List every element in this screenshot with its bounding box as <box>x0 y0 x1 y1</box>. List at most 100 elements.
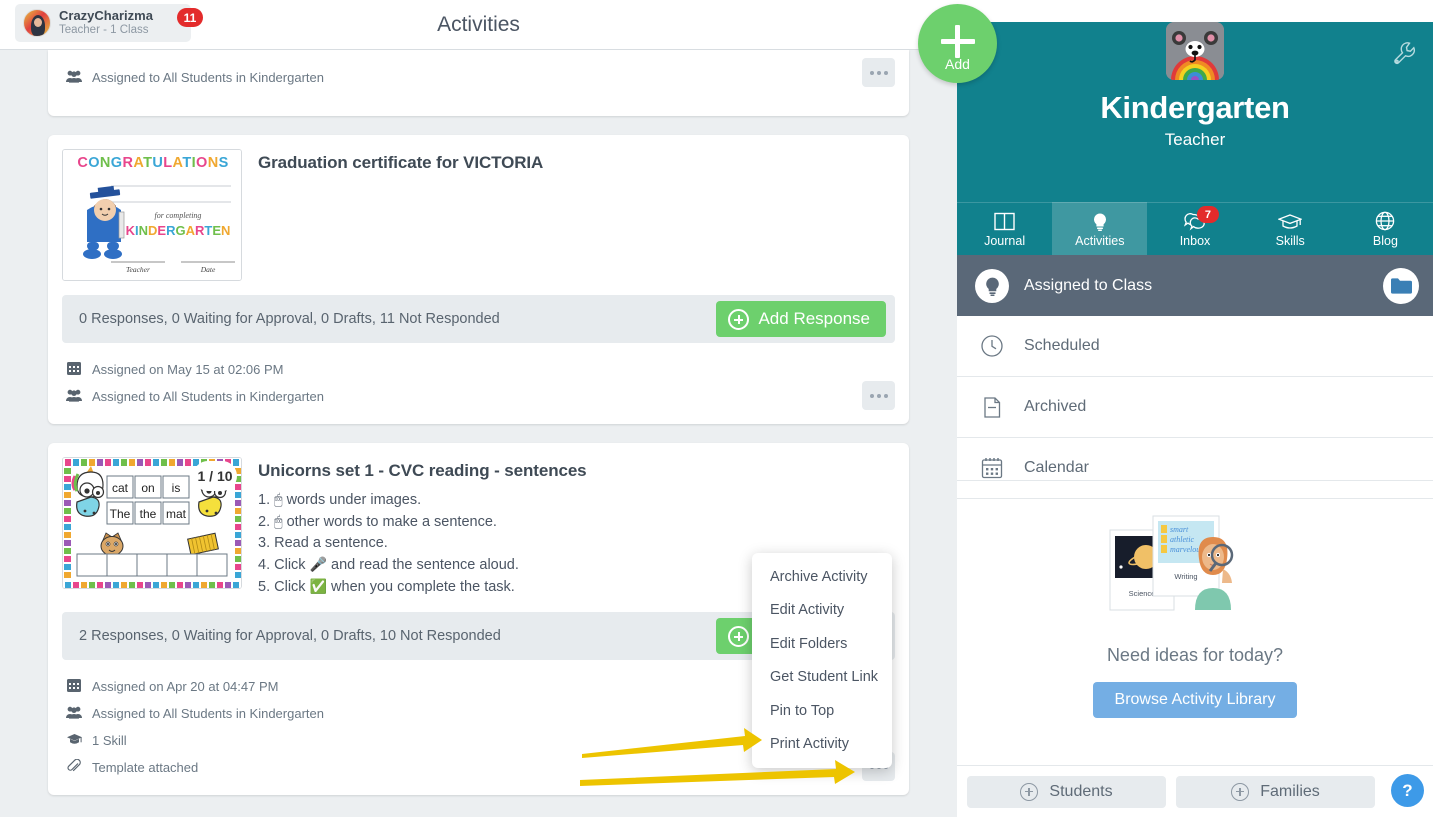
description-line: 2. 🖱 other words to make a sentence. <box>258 513 497 530</box>
sidebar-item-label: Archived <box>1024 398 1087 415</box>
svg-text:athletic: athletic <box>1170 535 1194 544</box>
svg-text:smart: smart <box>1170 525 1189 534</box>
sidebar-footer: Students Families <box>957 765 1433 817</box>
menu-item-pin-to-top[interactable]: Pin to Top <box>752 694 892 728</box>
meta-text: Assigned on May 15 at 02:06 PM <box>92 362 284 377</box>
tab-label: Inbox <box>1179 233 1211 248</box>
calendar-icon <box>66 678 82 695</box>
activity-card-main: Graduation certificate for VICTORIA <box>258 149 895 281</box>
svg-text:on: on <box>141 481 154 495</box>
help-button[interactable]: ? <box>1391 774 1424 807</box>
plus-icon <box>1231 782 1250 801</box>
svg-text:mat: mat <box>166 507 187 521</box>
tab-label: Skills <box>1275 233 1305 248</box>
tab-label: Activities <box>1075 233 1125 248</box>
svg-text:Teacher: Teacher <box>126 265 150 274</box>
menu-item-edit-activity[interactable]: Edit Activity <box>752 594 892 628</box>
svg-text:marvelous: marvelous <box>1170 545 1203 554</box>
sidebar-item-assigned-to-class[interactable]: Assigned to Class <box>957 255 1433 316</box>
svg-text:The: The <box>110 507 131 521</box>
add-fab-wrapper: Add <box>918 4 997 83</box>
menu-item-archive-activity[interactable]: Archive Activity <box>752 560 892 594</box>
clock-icon <box>975 329 1009 363</box>
response-summary: 2 Responses, 0 Waiting for Approval, 0 D… <box>79 628 501 644</box>
sidebar-tabs: Journal Activities 7 Inbox Skills Blog <box>957 202 1433 255</box>
sidebar-item-label: Calendar <box>1024 459 1089 476</box>
tab-blog[interactable]: Blog <box>1337 202 1433 255</box>
profile-chip-text: CrazyCharizma Teacher - 1 Class <box>59 8 153 37</box>
meta-list: Assigned on May 15 at 02:06 PM Assigned … <box>48 343 909 424</box>
calendar-icon <box>66 361 82 378</box>
svg-text:Date: Date <box>200 265 216 274</box>
activity-title[interactable]: Unicorns set 1 - CVC reading - sentences <box>258 461 895 481</box>
sidebar-item-label: Scheduled <box>1024 337 1100 354</box>
graduation-certificate-thumbnail[interactable]: CONGRATULATIONS for completing KINDERGAR… <box>62 149 242 281</box>
menu-item-get-student-link[interactable]: Get Student Link <box>752 661 892 695</box>
tab-journal[interactable]: Journal <box>957 202 1053 255</box>
activity-card-partial: Assigned to All Students in Kindergarten <box>48 50 909 116</box>
add-students-button[interactable]: Students <box>967 775 1166 808</box>
sidebar-header: Kindergarten Teacher <box>957 22 1433 202</box>
sidebar-item-archived[interactable]: Archived <box>957 377 1433 438</box>
settings-wrench-icon[interactable] <box>1391 40 1417 66</box>
meta-row: Assigned on May 15 at 02:06 PM <box>66 356 895 383</box>
tab-skills[interactable]: Skills <box>1242 202 1338 255</box>
class-name: Kindergarten <box>1100 90 1290 125</box>
svg-text:KINDERGARTEN: KINDERGARTEN <box>126 223 231 238</box>
add-families-label: Families <box>1260 782 1320 800</box>
writing-label: Writing <box>1174 572 1197 581</box>
svg-text:CONGRATULATIONS: CONGRATULATIONS <box>77 155 228 171</box>
plus-icon <box>728 625 750 647</box>
tab-activities[interactable]: Activities <box>1052 202 1148 255</box>
ideas-illustration: Science smart athletic marvelous Writing <box>1090 507 1300 627</box>
meta-row: Assigned to All Students in Kindergarten <box>66 383 895 410</box>
add-button-label: Add <box>945 56 970 72</box>
plus-icon <box>1020 782 1039 801</box>
activity-card: CONGRATULATIONS for completing KINDERGAR… <box>48 135 909 424</box>
group-icon <box>66 706 82 722</box>
drag-icon: 🖱 <box>274 491 283 507</box>
sidebar-item-scheduled[interactable]: Scheduled <box>957 316 1433 377</box>
tab-inbox[interactable]: 7 Inbox <box>1147 202 1243 255</box>
plus-icon <box>728 308 750 330</box>
microphone-icon: 🎤 <box>309 556 328 572</box>
folder-icon[interactable] <box>1383 267 1419 304</box>
tab-label: Journal <box>984 233 1026 248</box>
sidebar-item-label: Assigned to Class <box>1024 276 1153 294</box>
meta-text: Assigned to All Students in Kindergarten <box>92 70 324 85</box>
class-avatar <box>1166 22 1224 80</box>
avatar <box>23 9 51 37</box>
meta-text: Template attached <box>92 760 199 775</box>
add-response-label: Add Response <box>758 309 870 328</box>
skill-icon <box>66 733 82 749</box>
activity-options-button[interactable] <box>862 381 895 410</box>
book-icon <box>994 211 1015 231</box>
unicorns-cvc-thumbnail[interactable]: cat on is The the mat 1 / 10 <box>62 457 242 589</box>
svg-text:the: the <box>140 507 157 521</box>
activity-title[interactable]: Graduation certificate for VICTORIA <box>258 153 895 173</box>
meta-text: Assigned to All Students in Kindergarten <box>92 706 324 721</box>
profile-chip[interactable]: CrazyCharizma Teacher - 1 Class 11 <box>15 4 203 42</box>
menu-item-edit-folders[interactable]: Edit Folders <box>752 627 892 661</box>
paperclip-icon <box>66 758 82 776</box>
add-families-button[interactable]: Families <box>1176 775 1375 808</box>
meta-list: Assigned to All Students in Kindergarten <box>48 50 909 105</box>
drag-icon: 🖱 <box>274 513 283 529</box>
check-mark-icon: ✅ <box>309 578 328 594</box>
tab-label: Blog <box>1372 233 1398 248</box>
group-icon <box>66 70 82 86</box>
add-button[interactable]: Add <box>918 4 997 83</box>
menu-item-print-activity[interactable]: Print Activity <box>752 728 892 762</box>
science-label: Science <box>1129 589 1156 598</box>
ideas-prompt: Need ideas for today? <box>1106 645 1284 665</box>
add-response-button[interactable]: Add Response <box>716 301 886 337</box>
description-line: 3. Read a sentence. <box>258 535 388 551</box>
archive-icon <box>975 390 1009 424</box>
meta-text: Assigned on Apr 20 at 04:47 PM <box>92 679 279 694</box>
browse-activity-library-button[interactable]: Browse Activity Library <box>1092 682 1298 718</box>
add-students-label: Students <box>1049 782 1113 800</box>
activity-card-body: CONGRATULATIONS for completing KINDERGAR… <box>48 135 909 281</box>
activity-context-menu: Archive Activity Edit Activity Edit Fold… <box>752 553 892 768</box>
app-root: Activities CrazyCharizma Teacher - 1 Cla… <box>0 0 1433 817</box>
activity-options-button[interactable] <box>862 58 895 87</box>
